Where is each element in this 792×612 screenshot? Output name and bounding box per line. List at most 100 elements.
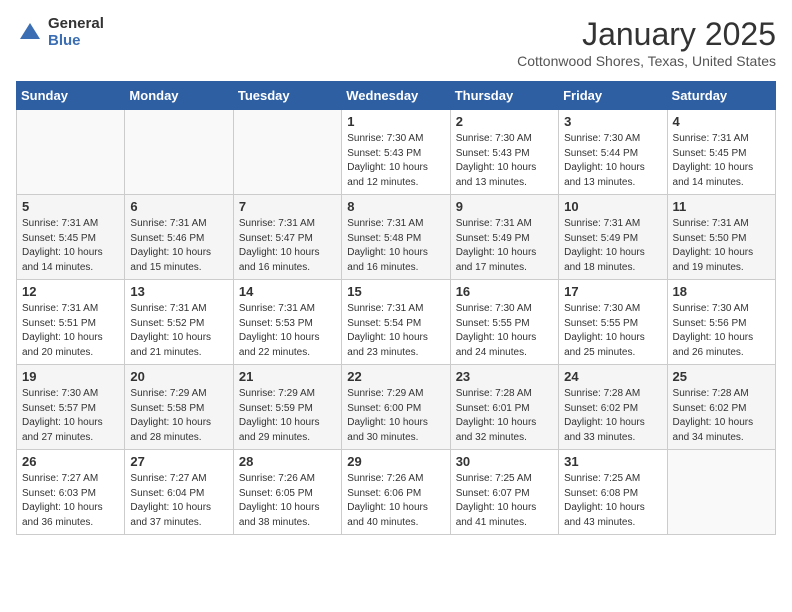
calendar-cell: 7 Sunrise: 7:31 AM Sunset: 5:47 PM Daylig… <box>233 195 341 280</box>
day-number: 23 <box>456 369 553 384</box>
logo-blue: Blue <box>48 33 104 50</box>
day-info: Sunrise: 7:31 AM Sunset: 5:47 PM Dayligh… <box>239 217 336 275</box>
calendar-week-row: 1Sunrise: 7:30 AM Sunset: 5:43 PM Daylig… <box>17 110 776 195</box>
day-info: Sunrise: 7:28 AM Sunset: 6:02 PM Dayligh… <box>673 387 770 445</box>
weekday-header: Friday <box>559 82 667 110</box>
calendar-cell: 18Sunrise: 7:30 AM Sunset: 5:56 PM Dayli… <box>667 280 775 365</box>
calendar-week-row: 26 Sunrise: 7:27 AM Sunset: 6:03 PM Dayli… <box>17 450 776 535</box>
day-info: Sunrise: 7:31 AM Sunset: 5:48 PM Dayligh… <box>347 217 444 275</box>
weekday-header: Tuesday <box>233 82 341 110</box>
calendar-cell: 1Sunrise: 7:30 AM Sunset: 5:43 PM Daylig… <box>342 110 450 195</box>
day-number: 22 <box>347 369 444 384</box>
day-number: 7 <box>239 199 336 214</box>
day-number: 24 <box>564 369 661 384</box>
calendar-header: SundayMondayTuesdayWednesdayThursdayFrid… <box>17 82 776 110</box>
logo: General Blue <box>16 16 104 49</box>
calendar-cell: 3 Sunrise: 7:30 AM Sunset: 5:44 PM Daylig… <box>559 110 667 195</box>
weekday-header: Sunday <box>17 82 125 110</box>
day-number: 14 <box>239 284 336 299</box>
weekday-row: SundayMondayTuesdayWednesdayThursdayFrid… <box>17 82 776 110</box>
day-info: Sunrise: 7:27 AM Sunset: 6:03 PM Dayligh… <box>22 472 119 530</box>
weekday-header: Saturday <box>667 82 775 110</box>
day-number: 11 <box>673 199 770 214</box>
day-info: Sunrise: 7:31 AM Sunset: 5:46 PM Dayligh… <box>130 217 227 275</box>
day-info: Sunrise: 7:30 AM Sunset: 5:43 PM Dayligh… <box>347 132 444 190</box>
day-number: 17 <box>564 284 661 299</box>
day-info: Sunrise: 7:30 AM Sunset: 5:44 PM Dayligh… <box>564 132 661 190</box>
day-number: 28 <box>239 454 336 469</box>
calendar-body: 1Sunrise: 7:30 AM Sunset: 5:43 PM Daylig… <box>17 110 776 535</box>
logo-general: General <box>48 16 104 33</box>
day-info: Sunrise: 7:31 AM Sunset: 5:49 PM Dayligh… <box>456 217 553 275</box>
day-info: Sunrise: 7:26 AM Sunset: 6:05 PM Dayligh… <box>239 472 336 530</box>
day-info: Sunrise: 7:31 AM Sunset: 5:52 PM Dayligh… <box>130 302 227 360</box>
calendar-cell: 4Sunrise: 7:31 AM Sunset: 5:45 PM Daylig… <box>667 110 775 195</box>
calendar-cell: 11 Sunrise: 7:31 AM Sunset: 5:50 PM Dayli… <box>667 195 775 280</box>
day-info: Sunrise: 7:29 AM Sunset: 5:58 PM Dayligh… <box>130 387 227 445</box>
day-number: 29 <box>347 454 444 469</box>
day-info: Sunrise: 7:28 AM Sunset: 6:01 PM Dayligh… <box>456 387 553 445</box>
day-info: Sunrise: 7:29 AM Sunset: 5:59 PM Dayligh… <box>239 387 336 445</box>
day-info: Sunrise: 7:29 AM Sunset: 6:00 PM Dayligh… <box>347 387 444 445</box>
calendar-cell: 23 Sunrise: 7:28 AM Sunset: 6:01 PM Dayli… <box>450 365 558 450</box>
calendar-week-row: 19Sunrise: 7:30 AM Sunset: 5:57 PM Dayli… <box>17 365 776 450</box>
calendar-table: SundayMondayTuesdayWednesdayThursdayFrid… <box>16 81 776 535</box>
day-info: Sunrise: 7:30 AM Sunset: 5:43 PM Dayligh… <box>456 132 553 190</box>
calendar-cell: 9Sunrise: 7:31 AM Sunset: 5:49 PM Daylig… <box>450 195 558 280</box>
calendar-cell: 25 Sunrise: 7:28 AM Sunset: 6:02 PM Dayli… <box>667 365 775 450</box>
calendar-subtitle: Cottonwood Shores, Texas, United States <box>517 53 776 69</box>
day-info: Sunrise: 7:30 AM Sunset: 5:55 PM Dayligh… <box>456 302 553 360</box>
day-info: Sunrise: 7:31 AM Sunset: 5:50 PM Dayligh… <box>673 217 770 275</box>
weekday-header: Monday <box>125 82 233 110</box>
calendar-cell <box>233 110 341 195</box>
day-info: Sunrise: 7:31 AM Sunset: 5:45 PM Dayligh… <box>673 132 770 190</box>
title-block: January 2025 Cottonwood Shores, Texas, U… <box>517 16 776 69</box>
weekday-header: Wednesday <box>342 82 450 110</box>
day-info: Sunrise: 7:31 AM Sunset: 5:51 PM Dayligh… <box>22 302 119 360</box>
calendar-cell: 10Sunrise: 7:31 AM Sunset: 5:49 PM Dayli… <box>559 195 667 280</box>
calendar-week-row: 5 Sunrise: 7:31 AM Sunset: 5:45 PM Daylig… <box>17 195 776 280</box>
calendar-cell: 29 Sunrise: 7:26 AM Sunset: 6:06 PM Dayli… <box>342 450 450 535</box>
day-number: 26 <box>22 454 119 469</box>
calendar-cell: 28 Sunrise: 7:26 AM Sunset: 6:05 PM Dayli… <box>233 450 341 535</box>
calendar-cell <box>17 110 125 195</box>
day-info: Sunrise: 7:30 AM Sunset: 5:55 PM Dayligh… <box>564 302 661 360</box>
day-number: 25 <box>673 369 770 384</box>
day-info: Sunrise: 7:25 AM Sunset: 6:07 PM Dayligh… <box>456 472 553 530</box>
calendar-cell: 13Sunrise: 7:31 AM Sunset: 5:52 PM Dayli… <box>125 280 233 365</box>
day-number: 2 <box>456 114 553 129</box>
calendar-cell: 14Sunrise: 7:31 AM Sunset: 5:53 PM Dayli… <box>233 280 341 365</box>
day-info: Sunrise: 7:26 AM Sunset: 6:06 PM Dayligh… <box>347 472 444 530</box>
day-number: 31 <box>564 454 661 469</box>
day-number: 10 <box>564 199 661 214</box>
day-info: Sunrise: 7:25 AM Sunset: 6:08 PM Dayligh… <box>564 472 661 530</box>
calendar-cell: 20Sunrise: 7:29 AM Sunset: 5:58 PM Dayli… <box>125 365 233 450</box>
day-number: 21 <box>239 369 336 384</box>
calendar-cell <box>125 110 233 195</box>
calendar-cell: 15 Sunrise: 7:31 AM Sunset: 5:54 PM Dayli… <box>342 280 450 365</box>
day-number: 16 <box>456 284 553 299</box>
day-info: Sunrise: 7:27 AM Sunset: 6:04 PM Dayligh… <box>130 472 227 530</box>
calendar-cell: 26 Sunrise: 7:27 AM Sunset: 6:03 PM Dayli… <box>17 450 125 535</box>
calendar-cell: 24 Sunrise: 7:28 AM Sunset: 6:02 PM Dayli… <box>559 365 667 450</box>
calendar-cell: 19Sunrise: 7:30 AM Sunset: 5:57 PM Dayli… <box>17 365 125 450</box>
day-number: 5 <box>22 199 119 214</box>
day-number: 3 <box>564 114 661 129</box>
calendar-cell: 16 Sunrise: 7:30 AM Sunset: 5:55 PM Dayli… <box>450 280 558 365</box>
day-number: 18 <box>673 284 770 299</box>
calendar-cell: 8Sunrise: 7:31 AM Sunset: 5:48 PM Daylig… <box>342 195 450 280</box>
day-info: Sunrise: 7:30 AM Sunset: 5:57 PM Dayligh… <box>22 387 119 445</box>
page-header: General Blue January 2025 Cottonwood Sho… <box>16 16 776 69</box>
calendar-cell <box>667 450 775 535</box>
day-number: 12 <box>22 284 119 299</box>
day-number: 6 <box>130 199 227 214</box>
calendar-cell: 5 Sunrise: 7:31 AM Sunset: 5:45 PM Daylig… <box>17 195 125 280</box>
day-info: Sunrise: 7:31 AM Sunset: 5:45 PM Dayligh… <box>22 217 119 275</box>
day-number: 30 <box>456 454 553 469</box>
day-number: 15 <box>347 284 444 299</box>
day-info: Sunrise: 7:31 AM Sunset: 5:54 PM Dayligh… <box>347 302 444 360</box>
calendar-cell: 21 Sunrise: 7:29 AM Sunset: 5:59 PM Dayli… <box>233 365 341 450</box>
calendar-cell: 17 Sunrise: 7:30 AM Sunset: 5:55 PM Dayli… <box>559 280 667 365</box>
calendar-cell: 12 Sunrise: 7:31 AM Sunset: 5:51 PM Dayli… <box>17 280 125 365</box>
day-info: Sunrise: 7:28 AM Sunset: 6:02 PM Dayligh… <box>564 387 661 445</box>
